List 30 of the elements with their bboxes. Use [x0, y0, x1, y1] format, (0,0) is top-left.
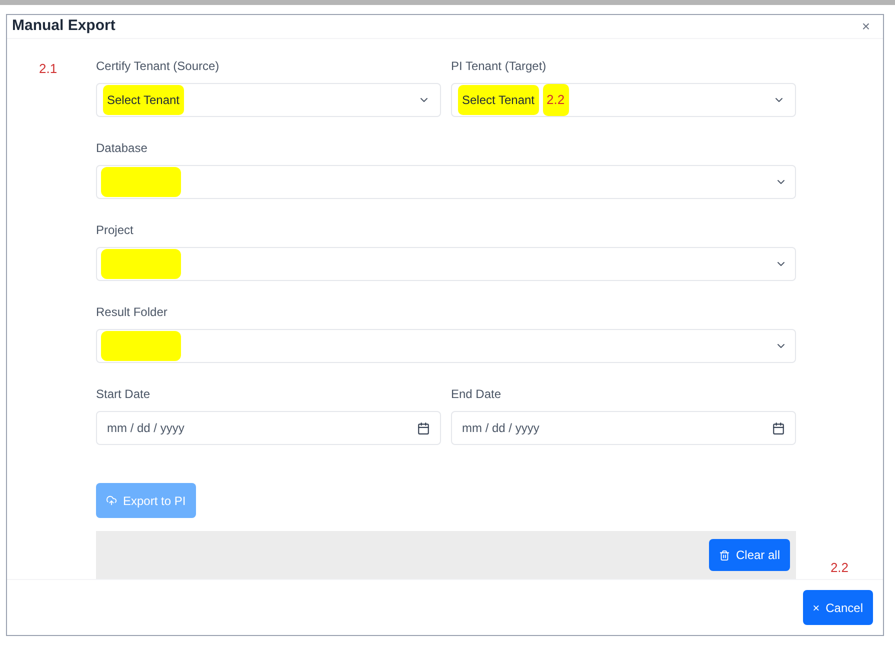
field-label: Database: [96, 140, 148, 157]
annotation-number: 2.2: [830, 558, 849, 576]
field-label: Start Date: [96, 386, 152, 403]
cancel-button[interactable]: × Cancel: [802, 590, 873, 625]
date-field[interactable]: mm / dd / yyyy: [451, 411, 796, 445]
clear-all-button[interactable]: Clear all: [708, 539, 790, 571]
cloud-upload-icon: [106, 495, 117, 506]
field-label: PI Tenant (Target): [451, 58, 548, 75]
dropdown-field[interactable]: [96, 329, 796, 363]
select-value: Select Tenant: [458, 85, 538, 115]
field-label: Project: [96, 222, 134, 239]
select-value: Select Tenant: [103, 85, 184, 115]
tenant-select[interactable]: Select Tenant: [96, 83, 441, 117]
dropdown-field[interactable]: [96, 165, 796, 199]
tenant-select[interactable]: Select Tenant 2.2: [451, 83, 796, 117]
annotation-number: 2.2: [542, 84, 569, 116]
date-field[interactable]: mm / dd / yyyy: [96, 411, 441, 445]
trash-icon: [718, 550, 730, 560]
close-icon: ×: [812, 598, 820, 616]
close-button[interactable]: ×: [862, 16, 878, 37]
date-placeholder: mm / dd / yyyy: [462, 420, 540, 437]
calendar-icon: [417, 422, 430, 434]
dropdown-field[interactable]: [96, 247, 796, 281]
dialog-title: Manual Export: [12, 16, 116, 36]
field-label: Result Folder: [96, 304, 168, 321]
annotation-number: 2.1: [39, 61, 58, 76]
calendar-icon: [772, 422, 785, 434]
field-label: End Date: [451, 386, 502, 403]
field-label: Certify Tenant (Source): [96, 58, 220, 75]
date-placeholder: mm / dd / yyyy: [107, 420, 184, 437]
